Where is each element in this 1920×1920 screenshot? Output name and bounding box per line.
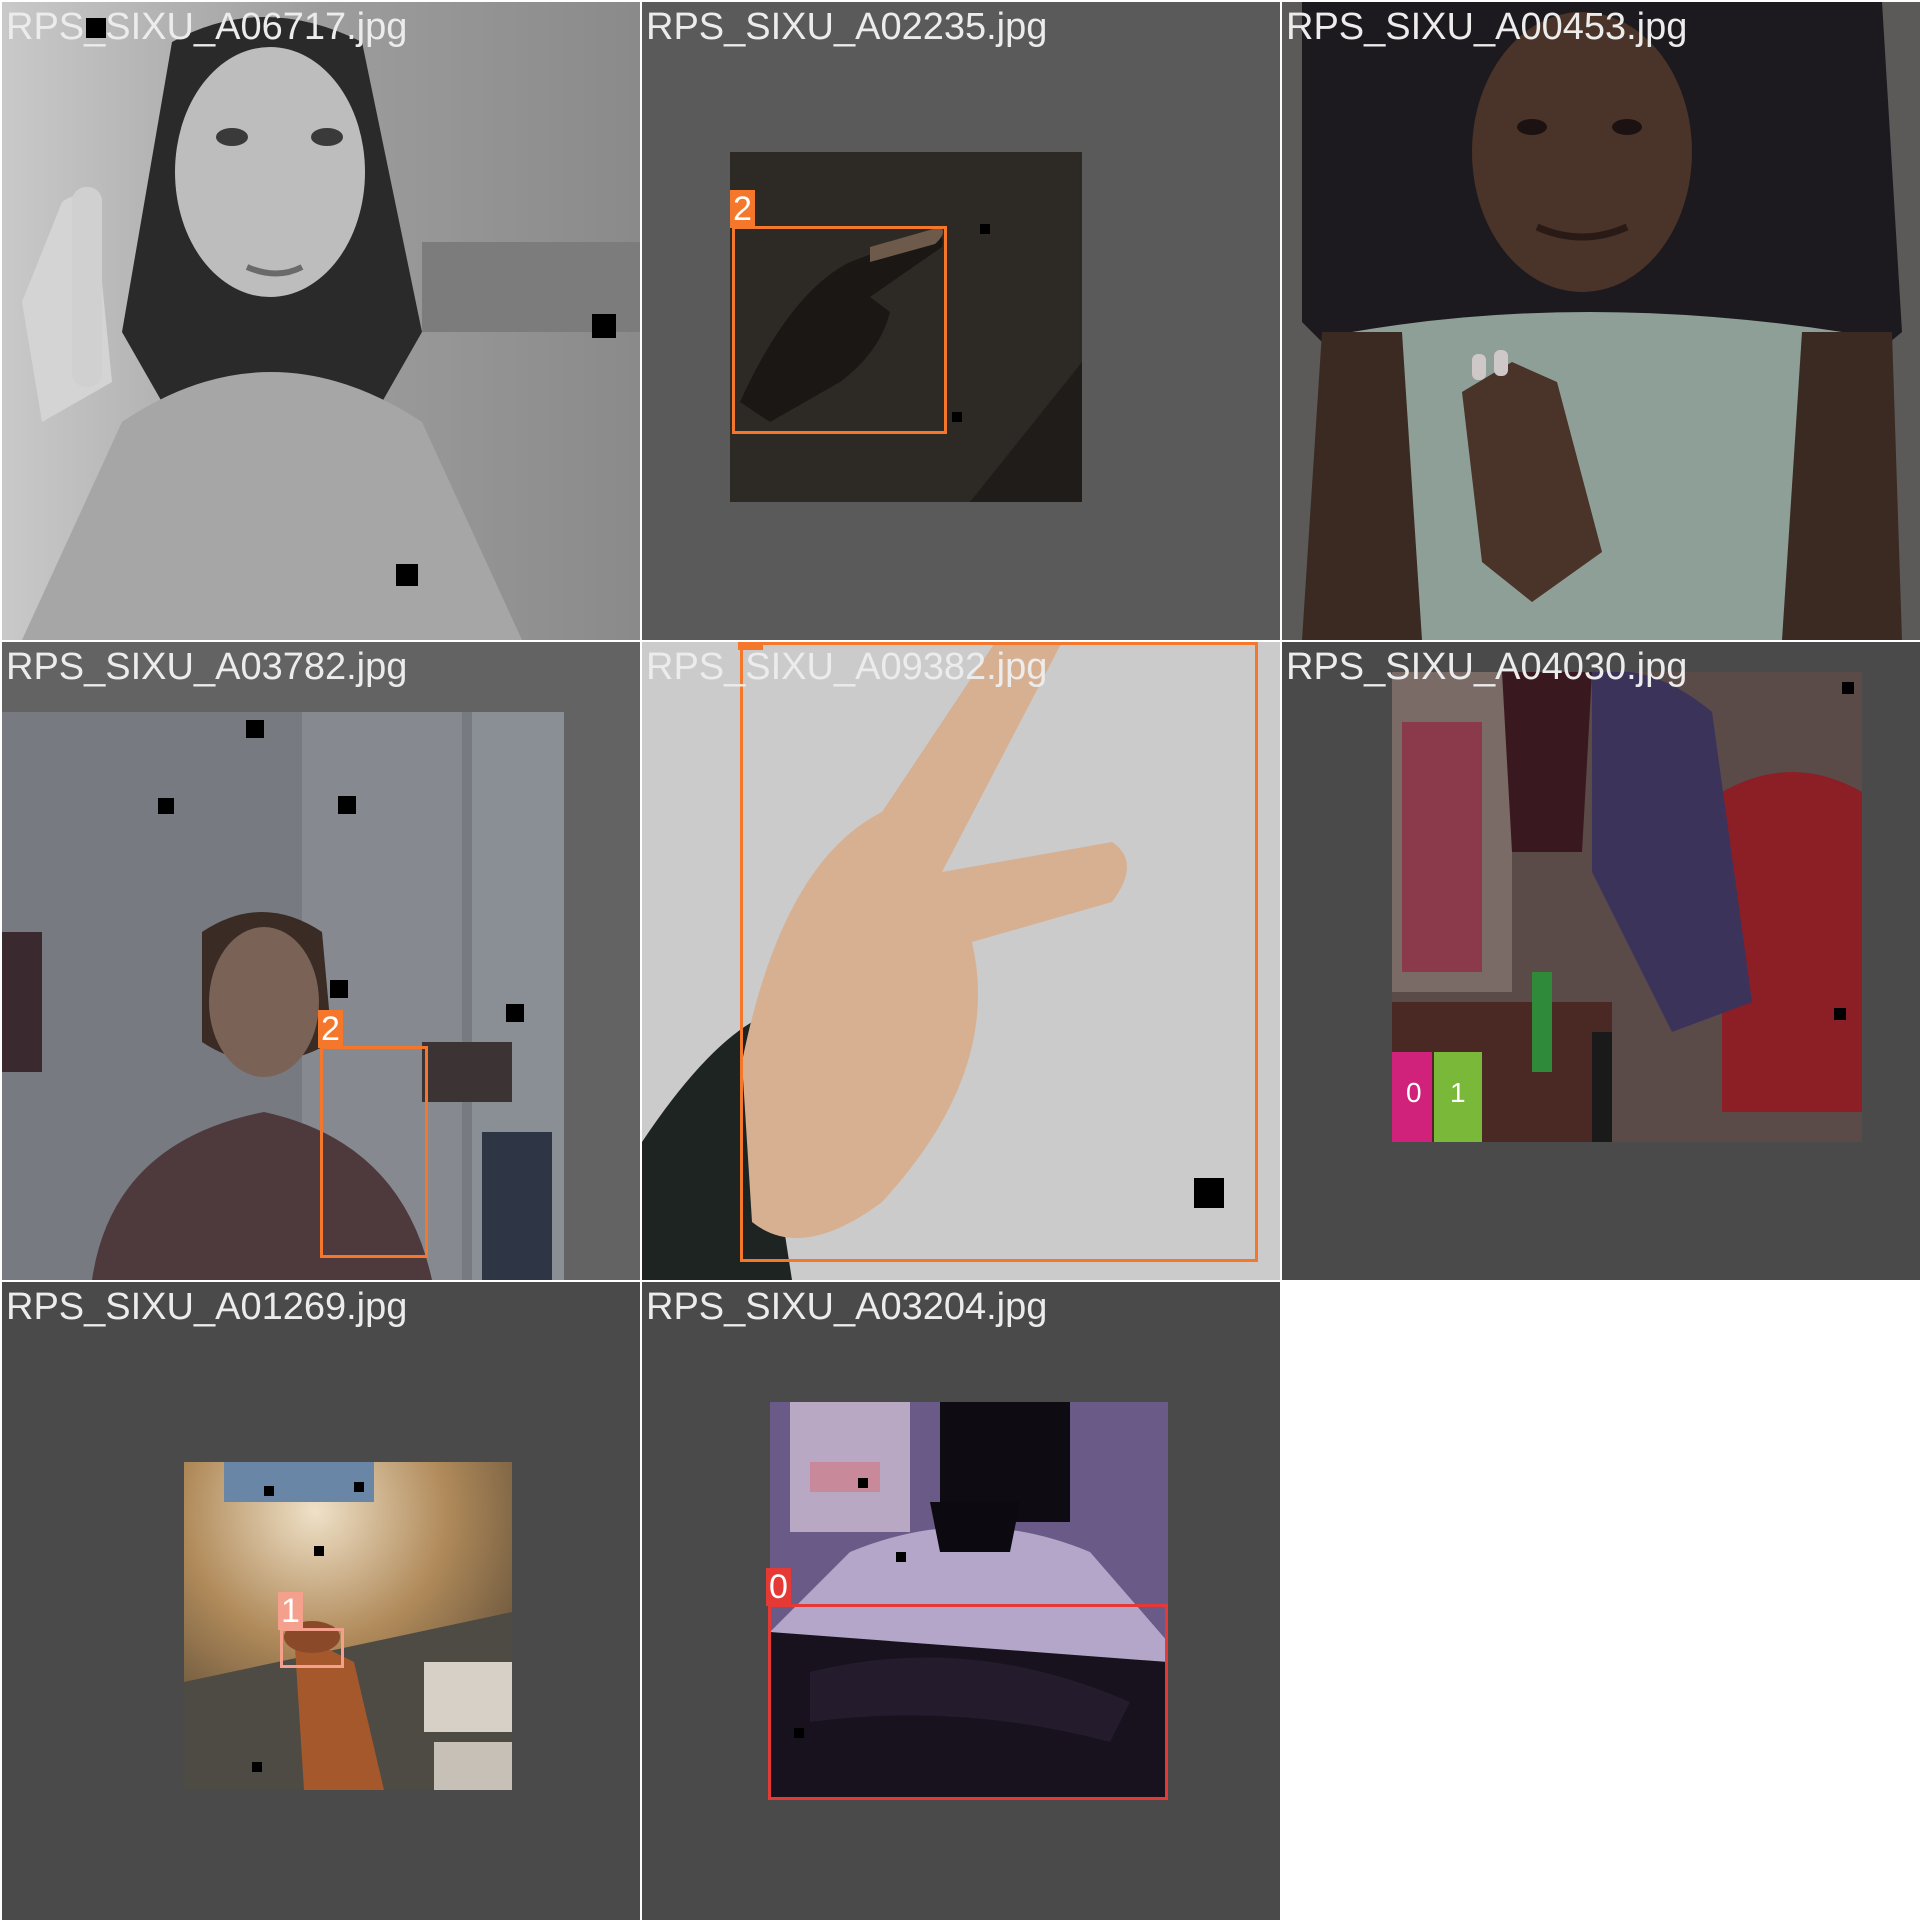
occlusion-square — [1842, 682, 1854, 694]
occlusion-square — [158, 798, 174, 814]
photo-ceiling-fist — [184, 1462, 512, 1790]
bbox-label: 0 — [766, 1568, 791, 1606]
occlusion-square — [330, 980, 348, 998]
bbox-label: 2 — [318, 1010, 343, 1048]
occlusion-square — [592, 314, 616, 338]
bbox-class-2 — [320, 1046, 428, 1258]
occlusion-square — [354, 1482, 364, 1492]
tile-5: 2 RPS_SIXU_A09382.jpg — [642, 642, 1280, 1280]
sticker-number-1: 1 — [1450, 1077, 1466, 1108]
tile-3: RPS_SIXU_A00453.jpg — [1282, 2, 1920, 640]
bbox-label: 1 — [278, 1592, 303, 1630]
bbox-class-2 — [732, 226, 947, 434]
tile-6: 0 1 RPS_SIXU_A04030.jpg — [1282, 642, 1920, 1280]
occlusion-square — [896, 1552, 906, 1562]
tile-1: RPS_SIXU_A06717.jpg — [2, 2, 640, 640]
photo-woman-grayscale — [2, 2, 640, 640]
occlusion-square — [980, 224, 990, 234]
photo-woman-hands-together — [1282, 2, 1920, 640]
occlusion-square — [1834, 1008, 1846, 1020]
bbox-class-2 — [740, 642, 1258, 1262]
tile-filename: RPS_SIXU_A00453.jpg — [1286, 6, 1688, 48]
tile-2: 2 RPS_SIXU_A02235.jpg — [642, 2, 1280, 640]
occlusion-square — [252, 1762, 262, 1772]
tile-filename: RPS_SIXU_A04030.jpg — [1286, 646, 1688, 688]
ceiling-fist-image — [184, 1462, 512, 1790]
woman-grayscale-image — [2, 2, 640, 640]
tile-7: 1 RPS_SIXU_A01269.jpg — [2, 1282, 640, 1920]
tile-filename: RPS_SIXU_A02235.jpg — [646, 6, 1048, 48]
photo-room-scene: 0 1 — [1392, 672, 1862, 1142]
tile-filename: RPS_SIXU_A09382.jpg — [646, 646, 1048, 688]
tile-filename: RPS_SIXU_A01269.jpg — [6, 1286, 408, 1328]
tile-filename: RPS_SIXU_A03782.jpg — [6, 646, 408, 688]
tile-8: 0 RPS_SIXU_A03204.jpg — [642, 1282, 1280, 1920]
bbox-label: 2 — [730, 190, 755, 228]
occlusion-square — [506, 1004, 524, 1022]
occlusion-square — [246, 720, 264, 738]
occlusion-square — [858, 1478, 868, 1488]
tile-filename: RPS_SIXU_A03204.jpg — [646, 1286, 1048, 1328]
tile-4: 2 RPS_SIXU_A03782.jpg — [2, 642, 640, 1280]
occlusion-square — [396, 564, 418, 586]
occlusion-square — [338, 796, 356, 814]
tile-filename: RPS_SIXU_A06717.jpg — [6, 6, 408, 48]
woman-hands-image — [1282, 2, 1920, 640]
sticker-number-0: 0 — [1406, 1077, 1422, 1108]
photo-man-fist — [2, 712, 564, 1280]
occlusion-square — [314, 1546, 324, 1556]
bbox-class-1 — [280, 1628, 344, 1668]
bbox-class-0 — [768, 1604, 1168, 1800]
room-scene-image: 0 1 — [1392, 672, 1862, 1142]
occlusion-square — [952, 412, 962, 422]
occlusion-square — [264, 1486, 274, 1496]
man-fist-image — [2, 712, 564, 1280]
